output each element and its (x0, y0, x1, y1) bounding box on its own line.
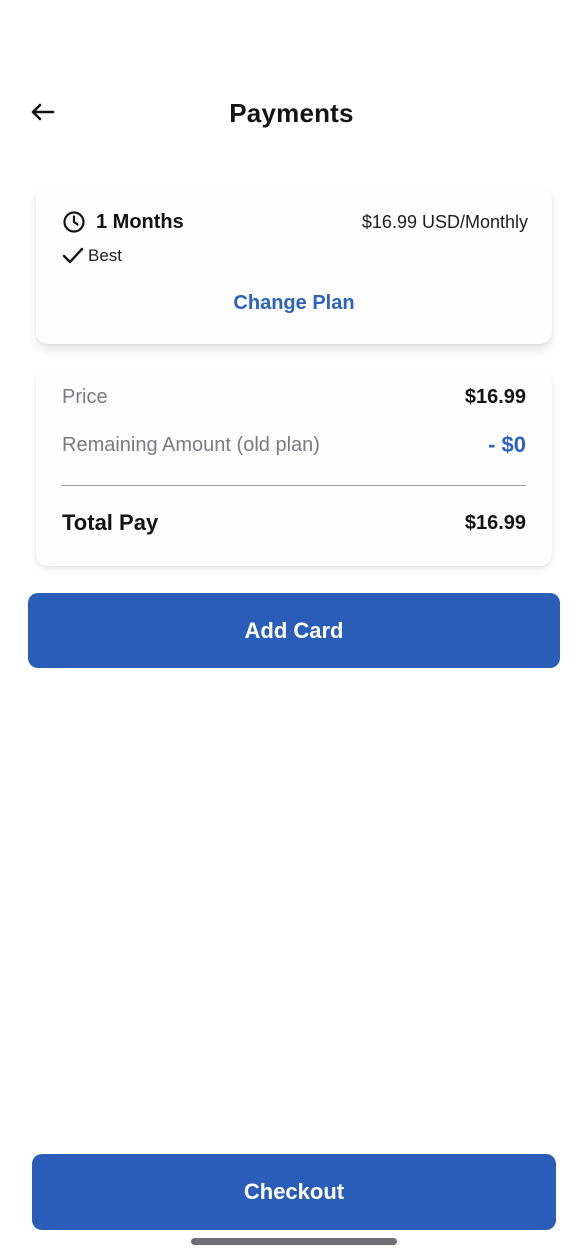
price-row: Price $16.99 (62, 386, 526, 409)
payments-screen: Payments 1 Months $16.99 USD/Monthly Bes… (0, 0, 583, 1257)
price-label: Price (62, 386, 108, 408)
best-badge: Best (62, 246, 122, 266)
remaining-amount-value: - $0 (488, 432, 526, 457)
total-pay-value: $16.99 (464, 511, 526, 534)
remaining-amount-label: Remaining Amount (old plan) (62, 433, 320, 456)
price-value: $16.99 (464, 386, 526, 408)
best-label: Best (88, 246, 123, 265)
checkout-button[interactable]: Checkout (32, 1154, 556, 1230)
plan-name-row: 1 Months (62, 210, 184, 234)
home-indicator (191, 1238, 397, 1245)
total-pay-row: Total Pay $16.99 (62, 510, 526, 536)
page-title: Payments (229, 98, 354, 128)
divider (62, 485, 526, 486)
add-card-button[interactable]: Add Card (28, 593, 560, 668)
checkmark-icon (62, 246, 84, 266)
plan-card: 1 Months $16.99 USD/Monthly Best Change … (36, 186, 552, 344)
plan-price: $16.99 USD/Monthly (361, 212, 528, 232)
total-pay-label: Total Pay (62, 510, 159, 535)
remaining-amount-row: Remaining Amount (old plan) - $0 (62, 432, 526, 458)
clock-icon (62, 210, 86, 234)
payment-summary-card: Price $16.99 Remaining Amount (old plan)… (36, 370, 552, 566)
plan-name: 1 Months (96, 210, 184, 233)
header: Payments (0, 86, 583, 138)
change-plan-link[interactable]: Change Plan (36, 292, 552, 315)
